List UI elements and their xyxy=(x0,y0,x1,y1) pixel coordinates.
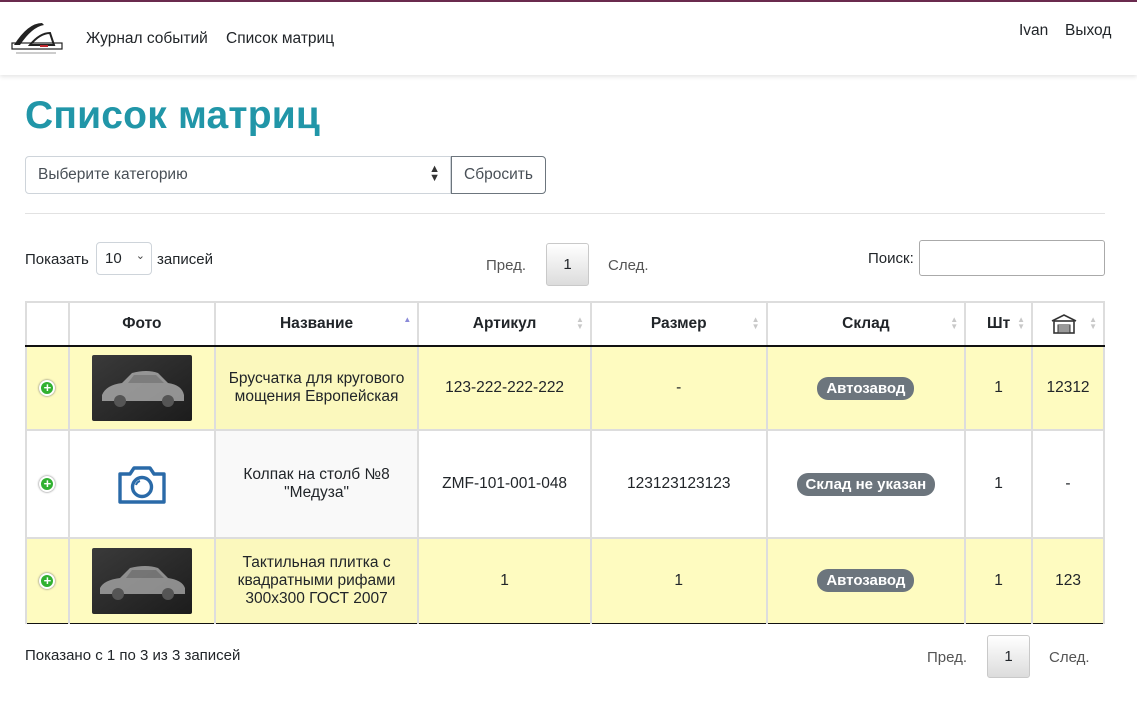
pagination-prev-bottom[interactable]: Пред. xyxy=(927,649,967,666)
photo-cell xyxy=(67,345,216,431)
pagination-next-bottom[interactable]: След. xyxy=(1049,649,1090,666)
table-header-row: Фото Название ▲ Артикул ▲ ▼ Размер ▲ ▼ Скл… xyxy=(25,301,1105,347)
col-header-expand xyxy=(25,301,70,347)
matrix-table: Фото Название ▲ Артикул ▲ ▼ Размер ▲ ▼ Скл… xyxy=(25,301,1105,624)
size-cell: 1 xyxy=(589,537,768,624)
warehouse-cell: Автозавод xyxy=(765,537,967,624)
col-header-photo: Фото xyxy=(67,301,216,347)
divider xyxy=(25,213,1105,214)
car-photo[interactable] xyxy=(91,355,192,421)
expand-plus-icon[interactable]: + xyxy=(39,476,56,492)
page-length-select[interactable]: 10 ⌄ xyxy=(96,242,152,275)
name-cell: Колпак на столб №8 "Медуза" xyxy=(213,429,420,539)
col-header-size[interactable]: Размер ▲ ▼ xyxy=(589,301,768,347)
sort-icon: ▲ ▼ xyxy=(1089,315,1097,331)
page-length-value: 10 xyxy=(105,250,122,267)
show-label: Показать xyxy=(25,251,89,268)
search-input[interactable] xyxy=(919,240,1105,276)
nav-link-events-log[interactable]: Журнал событий xyxy=(86,30,208,48)
article-cell: 1 xyxy=(417,537,592,624)
photo-cell xyxy=(67,429,216,539)
expand-plus-icon[interactable]: + xyxy=(39,380,56,396)
expand-cell[interactable]: + xyxy=(25,345,70,431)
col-header-article-label: Артикул xyxy=(472,315,537,332)
article-cell: 123-222-222-222 xyxy=(417,345,592,431)
nav-link-matrix-list[interactable]: Список матриц xyxy=(226,30,334,48)
stock-cell: - xyxy=(1031,429,1105,539)
camera-icon xyxy=(118,466,166,504)
user-name-link[interactable]: Ivan xyxy=(1019,22,1048,40)
stock-cell: 12312 xyxy=(1031,345,1105,431)
sort-icon: ▲ ▼ xyxy=(575,315,584,331)
name-cell: Брусчатка для кругового мощения Европейс… xyxy=(213,345,420,431)
table-row[interactable]: + Тактильная плитка с квадратными рифами… xyxy=(25,537,1105,624)
pagination-prev-top[interactable]: Пред. xyxy=(486,257,526,274)
reset-button[interactable]: Сбросить xyxy=(451,156,546,194)
pagination-page-bottom[interactable]: 1 xyxy=(987,635,1030,678)
qty-cell: 1 xyxy=(964,537,1034,624)
col-header-warehouse[interactable]: Склад ▲ ▼ xyxy=(765,301,967,347)
expand-plus-icon[interactable]: + xyxy=(39,572,56,589)
logout-link[interactable]: Выход xyxy=(1065,22,1111,40)
warehouse-badge: Автозавод xyxy=(817,569,915,593)
col-header-warehouse-label: Склад xyxy=(842,315,890,332)
chevron-down-icon: ⌄ xyxy=(135,250,145,262)
col-header-qty[interactable]: Шт ▲ ▼ xyxy=(964,301,1034,347)
warehouse-badge: Автозавод xyxy=(817,376,915,400)
table-row[interactable]: + Брусчатка для кругового мощения Европе… xyxy=(25,345,1105,431)
size-cell: 123123123123 xyxy=(589,429,768,539)
warehouse-cell: Автозавод xyxy=(765,345,967,431)
search-label: Поиск: xyxy=(868,250,914,267)
sort-icon: ▲ ▼ xyxy=(950,315,959,331)
expand-cell[interactable]: + xyxy=(25,429,70,539)
navbar: Журнал событий Список матриц Ivan Выход xyxy=(0,2,1137,75)
select-arrows-icon: ▲ ▼ xyxy=(429,163,440,184)
expand-cell[interactable]: + xyxy=(25,537,70,624)
col-header-article[interactable]: Артикул ▲ ▼ xyxy=(417,301,592,347)
warehouse-icon xyxy=(1051,314,1077,334)
stock-cell: 123 xyxy=(1031,537,1105,624)
category-select-value: Выберите категорию xyxy=(38,166,188,183)
col-header-size-label: Размер xyxy=(650,315,707,332)
qty-cell: 1 xyxy=(964,429,1034,539)
size-cell: - xyxy=(589,345,768,431)
page-title: Список матриц xyxy=(25,94,321,137)
category-select[interactable]: Выберите категорию ▲ ▼ xyxy=(25,156,451,194)
logo-icon[interactable] xyxy=(10,19,64,57)
col-header-qty-label: Шт xyxy=(987,315,1011,332)
warehouse-badge: Склад не указан xyxy=(796,472,936,496)
article-cell: ZMF-101-001-048 xyxy=(417,429,592,539)
sort-icon: ▲ ▼ xyxy=(1017,315,1026,331)
warehouse-cell: Склад не указан xyxy=(765,429,967,539)
pagination-page-top[interactable]: 1 xyxy=(546,243,589,286)
records-label: записей xyxy=(157,251,213,268)
table-info: Показано с 1 по 3 из 3 записей xyxy=(25,647,241,664)
car-photo[interactable] xyxy=(91,547,192,614)
sort-asc-icon: ▲ xyxy=(403,315,412,324)
col-header-name-label: Название xyxy=(279,315,354,332)
photo-cell xyxy=(67,537,216,624)
qty-cell: 1 xyxy=(964,345,1034,431)
sort-icon: ▲ ▼ xyxy=(751,315,760,331)
name-cell: Тактильная плитка с квадратными рифами 3… xyxy=(213,537,420,624)
table-row[interactable]: + Колпак на столб №8 "Медуза" ZMF-101-00… xyxy=(25,429,1105,539)
pagination-next-top[interactable]: След. xyxy=(608,257,649,274)
col-header-name[interactable]: Название ▲ xyxy=(213,301,420,347)
col-header-stock[interactable]: ▲ ▼ xyxy=(1031,301,1105,347)
